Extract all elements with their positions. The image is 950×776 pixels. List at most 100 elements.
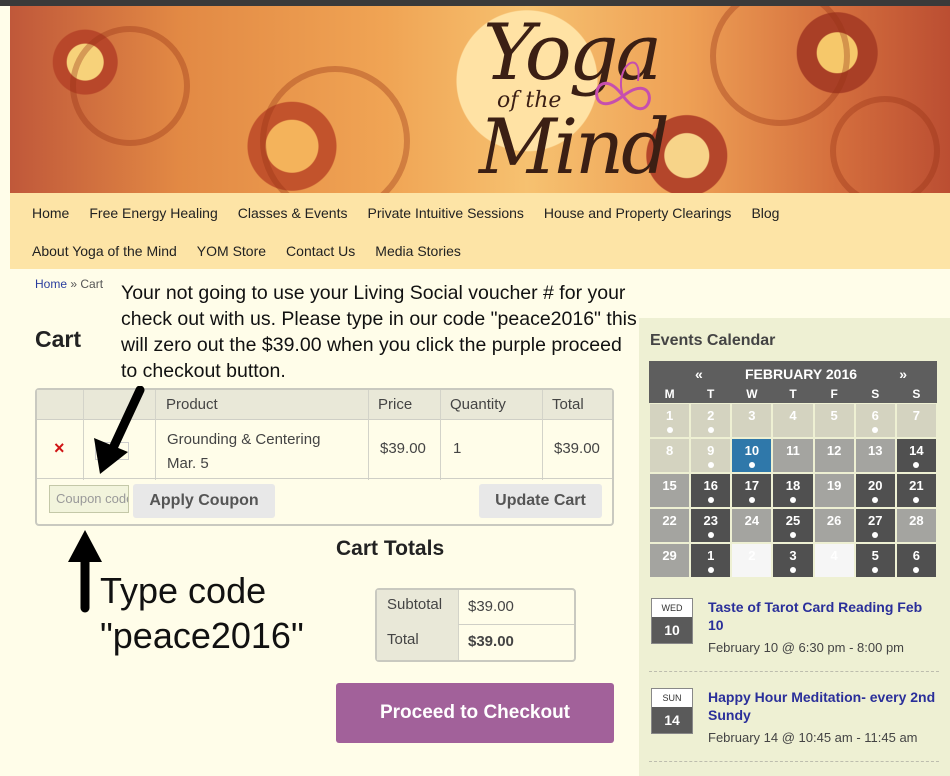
calendar-day[interactable]: 9 bbox=[690, 438, 732, 473]
event-indicator-dot-icon bbox=[707, 567, 714, 573]
calendar-day[interactable]: 6 bbox=[854, 403, 896, 438]
calendar-day[interactable]: 27 bbox=[854, 508, 896, 543]
calendar-day[interactable]: 22 bbox=[649, 508, 691, 543]
calendar-day[interactable]: 23 bbox=[690, 508, 732, 543]
col-quantity: Quantity bbox=[450, 396, 506, 413]
calendar-day[interactable]: 4 bbox=[813, 543, 855, 578]
nav-item-free-energy-healing[interactable]: Free Energy Healing bbox=[89, 205, 217, 221]
event-time: February 14 @ 10:45 am - 11:45 am bbox=[708, 730, 918, 745]
event-title-link[interactable]: Happy Hour Meditation- every 2nd Sundy bbox=[708, 688, 940, 724]
nav-item-contact[interactable]: Contact Us bbox=[286, 243, 355, 259]
event-title-link[interactable]: Taste of Tarot Card Reading Feb 10 bbox=[708, 598, 940, 634]
nav-item-yom-store[interactable]: YOM Store bbox=[197, 243, 266, 259]
calendar-day[interactable]: 17 bbox=[731, 473, 773, 508]
nav-item-about[interactable]: About Yoga of the Mind bbox=[32, 243, 177, 259]
event-indicator-dot-icon bbox=[872, 532, 879, 538]
calendar-day-number: 4 bbox=[830, 548, 838, 563]
calendar-day[interactable]: 3 bbox=[731, 403, 773, 438]
col-price: Price bbox=[378, 396, 413, 413]
calendar-day[interactable]: 12 bbox=[813, 438, 855, 473]
nav-item-media-stories[interactable]: Media Stories bbox=[375, 243, 461, 259]
calendar-day[interactable]: 4 bbox=[772, 403, 814, 438]
calendar-header: « FEBRUARY 2016 » bbox=[649, 361, 937, 387]
subtotal-row: Subtotal $39.00 bbox=[377, 590, 574, 625]
calendar-day[interactable]: 24 bbox=[731, 508, 773, 543]
cart-heading: Cart bbox=[35, 326, 82, 352]
calendar-day[interactable]: 14 bbox=[895, 438, 937, 473]
nav-item-classes-events[interactable]: Classes & Events bbox=[238, 205, 348, 221]
calendar-next-icon[interactable]: » bbox=[899, 366, 907, 382]
calendar-day[interactable]: 28 bbox=[895, 508, 937, 543]
breadcrumb-home-link[interactable]: Home bbox=[35, 277, 67, 291]
calendar-day-number: 20 bbox=[868, 478, 883, 493]
event-divider bbox=[649, 671, 939, 672]
site-banner: Yoga of the Mind bbox=[10, 6, 950, 193]
col-total: Total bbox=[552, 396, 584, 413]
calendar-weekday: T bbox=[707, 387, 715, 401]
calendar-day[interactable]: 21 bbox=[895, 473, 937, 508]
total-value: $39.00 bbox=[468, 633, 514, 650]
calendar-day[interactable]: 13 bbox=[854, 438, 896, 473]
remove-item-icon[interactable]: × bbox=[54, 438, 65, 459]
calendar-day[interactable]: 5 bbox=[813, 403, 855, 438]
calendar-day[interactable]: 19 bbox=[813, 473, 855, 508]
calendar-weekdays: MTWTFSS bbox=[649, 387, 937, 403]
calendar-day[interactable]: 6 bbox=[895, 543, 937, 578]
calendar-day[interactable]: 15 bbox=[649, 473, 691, 508]
calendar-day[interactable]: 2 bbox=[731, 543, 773, 578]
col-product: Product bbox=[166, 396, 218, 413]
event-indicator-dot-icon bbox=[789, 532, 796, 538]
calendar-day[interactable]: 2 bbox=[690, 403, 732, 438]
nav-item-home[interactable]: Home bbox=[32, 205, 69, 221]
calendar-prev-icon[interactable]: « bbox=[695, 366, 703, 382]
main-nav: Home Free Energy Healing Classes & Event… bbox=[10, 193, 950, 269]
calendar-day-number: 3 bbox=[748, 408, 756, 423]
calendar-day-number: 26 bbox=[826, 513, 842, 528]
calendar-day[interactable]: 25 bbox=[772, 508, 814, 543]
calendar-day[interactable]: 1 bbox=[649, 403, 691, 438]
calendar-day-number: 28 bbox=[909, 513, 924, 528]
nav-item-private-intuitive-sessions[interactable]: Private Intuitive Sessions bbox=[367, 205, 523, 221]
calendar-day[interactable]: 10 bbox=[731, 438, 773, 473]
cart-totals-heading: Cart Totals bbox=[336, 537, 445, 560]
sidebar: Events Calendar « FEBRUARY 2016 » M T W T F S… bbox=[639, 318, 950, 776]
total-label: Total bbox=[377, 625, 458, 660]
calendar-day[interactable]: 7 bbox=[895, 403, 937, 438]
update-cart-button[interactable]: Update Cart bbox=[479, 484, 602, 518]
event-divider bbox=[649, 761, 939, 762]
total-row: Total $39.00 bbox=[377, 625, 574, 660]
calendar-day[interactable]: 1 bbox=[690, 543, 732, 578]
calendar-day-number: 5 bbox=[830, 408, 838, 423]
calendar-day[interactable]: 29 bbox=[649, 543, 691, 578]
breadcrumb-current: Cart bbox=[80, 277, 104, 291]
calendar-day-number: 7 bbox=[912, 408, 921, 423]
calendar-day[interactable]: 26 bbox=[813, 508, 855, 543]
event-date-badge: SUN 14 bbox=[651, 688, 693, 734]
calendar-day[interactable]: 3 bbox=[772, 543, 814, 578]
quantity-input[interactable]: 1 bbox=[453, 440, 461, 457]
calendar-day[interactable]: 11 bbox=[772, 438, 814, 473]
apply-coupon-button[interactable]: Apply Coupon bbox=[133, 484, 275, 518]
site-logo[interactable]: Yoga of the Mind bbox=[475, 6, 670, 193]
calendar-day[interactable]: 5 bbox=[854, 543, 896, 578]
calendar-weekday: T bbox=[789, 387, 797, 401]
cart-totals-table: Subtotal $39.00 Total $39.00 bbox=[375, 588, 576, 662]
breadcrumb-separator: » bbox=[67, 277, 81, 291]
calendar-day[interactable]: 20 bbox=[854, 473, 896, 508]
event-indicator-dot-icon bbox=[666, 427, 673, 433]
event-indicator-dot-icon bbox=[872, 567, 879, 573]
event-indicator-dot-icon bbox=[789, 497, 796, 503]
calendar-day[interactable]: 8 bbox=[649, 438, 691, 473]
proceed-to-checkout-button[interactable]: Proceed to Checkout bbox=[336, 683, 614, 743]
coupon-code-input[interactable]: Coupon code bbox=[49, 485, 129, 513]
instruction-annotation: Your not going to use your Living Social… bbox=[121, 282, 637, 382]
nav-item-blog[interactable]: Blog bbox=[751, 205, 779, 221]
product-name[interactable]: Grounding & Centering Mar. 5 bbox=[167, 428, 367, 476]
event-indicator-dot-icon bbox=[748, 497, 755, 503]
nav-item-house-property-clearings[interactable]: House and Property Clearings bbox=[544, 205, 732, 221]
arrow-up-annotation-icon bbox=[68, 530, 102, 613]
calendar-day-number: 23 bbox=[703, 513, 718, 528]
calendar-day[interactable]: 16 bbox=[690, 473, 732, 508]
calendar-day[interactable]: 18 bbox=[772, 473, 814, 508]
nav-row-1: Home Free Energy Healing Classes & Event… bbox=[32, 205, 779, 221]
